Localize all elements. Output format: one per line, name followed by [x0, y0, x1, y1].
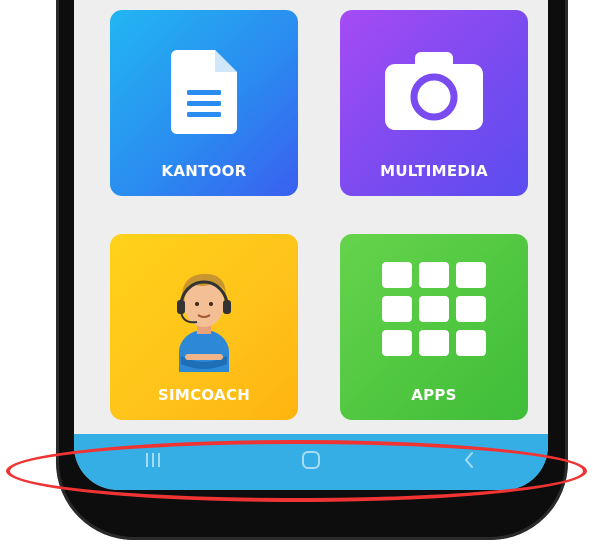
document-icon	[110, 50, 298, 134]
tile-apps[interactable]: APPS	[340, 234, 528, 420]
phone-screen: KANTOOR MULTIMEDIA SIMCOACH APPS	[74, 0, 548, 490]
tile-apps-label: APPS	[411, 386, 457, 404]
tile-multimedia-label: MULTIMEDIA	[380, 162, 488, 180]
camera-icon	[340, 52, 528, 130]
back-button[interactable]	[439, 442, 499, 482]
recents-icon	[144, 451, 162, 473]
tile-simcoach[interactable]: SIMCOACH	[110, 234, 298, 420]
home-button[interactable]	[281, 442, 341, 482]
tile-multimedia[interactable]: MULTIMEDIA	[340, 10, 528, 196]
tile-kantoor-label: KANTOOR	[161, 162, 247, 180]
tile-kantoor[interactable]: KANTOOR	[110, 10, 298, 196]
tile-simcoach-label: SIMCOACH	[157, 386, 251, 404]
home-icon	[301, 450, 321, 474]
app-grid-icon	[340, 262, 528, 356]
screenshot-stage: KANTOOR MULTIMEDIA SIMCOACH APPS	[0, 0, 593, 548]
coach-avatar-icon	[110, 260, 298, 372]
recents-button[interactable]	[123, 442, 183, 482]
back-icon	[461, 450, 477, 474]
navigation-bar	[74, 434, 548, 490]
